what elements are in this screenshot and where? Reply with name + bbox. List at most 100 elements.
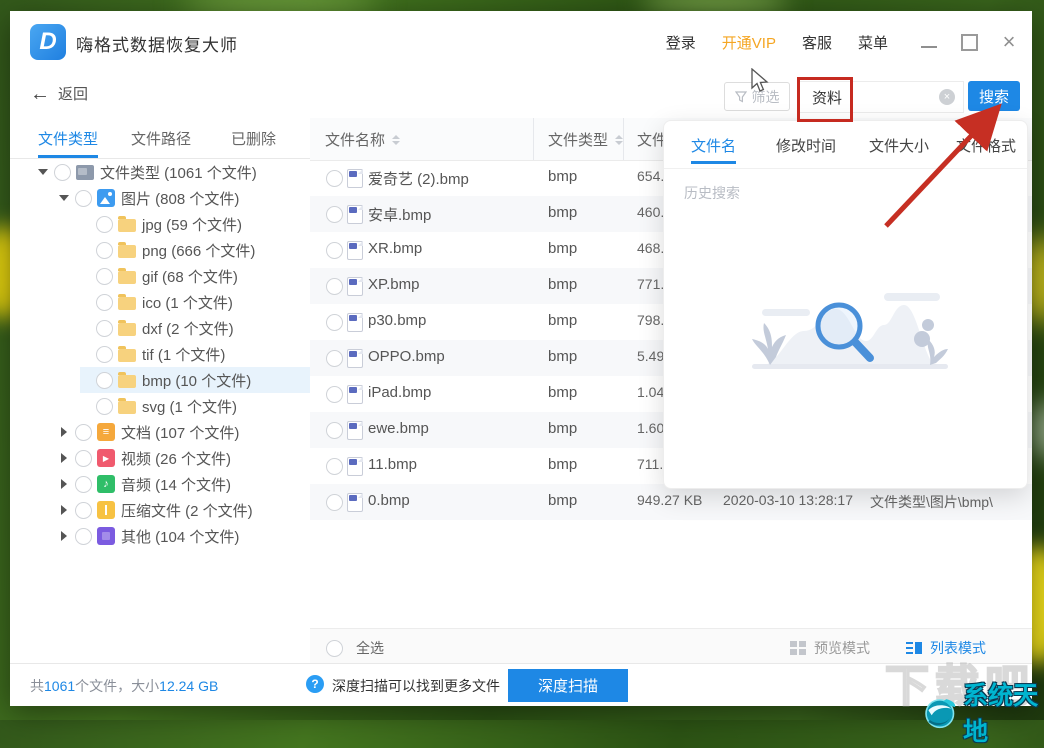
expand-arrow-icon[interactable]: [57, 531, 71, 541]
row-radio[interactable]: [326, 458, 343, 475]
bmp-file-icon: [347, 169, 363, 188]
tab-modified-time[interactable]: 修改时间: [776, 135, 836, 156]
expand-arrow-icon[interactable]: [57, 453, 71, 463]
clear-search-icon[interactable]: ×: [939, 89, 955, 105]
row-radio[interactable]: [326, 494, 343, 511]
row-radio[interactable]: [326, 278, 343, 295]
back-button[interactable]: ← 返回: [30, 83, 88, 104]
tree-node-radio[interactable]: [96, 216, 113, 233]
doc-icon: ≡: [97, 423, 115, 441]
collapse-arrow-icon[interactable]: [36, 169, 50, 175]
tree-node[interactable]: dxf (2 个文件): [10, 315, 310, 341]
preview-mode-button[interactable]: 预览模式: [790, 638, 870, 658]
column-separator: [623, 118, 624, 160]
row-radio[interactable]: [326, 422, 343, 439]
table-row[interactable]: 0.bmpbmp949.27 KB2020-03-10 13:28:17文件类型…: [310, 484, 1032, 520]
tree-node[interactable]: 图片 (808 个文件): [10, 185, 310, 211]
tree-node-radio[interactable]: [96, 320, 113, 337]
tree-node-radio[interactable]: [54, 164, 71, 181]
file-size-cell: 1.60: [637, 420, 664, 436]
status-bar: 共1061个文件，大小12.24 GB ? 深度扫描可以找到更多文件 深度扫描: [10, 663, 1032, 706]
bmp-file-icon: [347, 457, 363, 476]
row-radio[interactable]: [326, 206, 343, 223]
tree-node-radio[interactable]: [96, 346, 113, 363]
login-menu-item[interactable]: 登录: [666, 32, 696, 53]
sort-icon[interactable]: [392, 135, 400, 145]
tree-node-radio[interactable]: [96, 268, 113, 285]
tree-node-label: svg (1 个文件): [142, 396, 237, 417]
file-size-cell: 798.: [637, 312, 664, 328]
search-button[interactable]: 搜索: [968, 81, 1020, 111]
tree-node-radio[interactable]: [75, 528, 92, 545]
tree-node-label: tif (1 个文件): [142, 344, 225, 365]
service-menu-item[interactable]: 客服: [802, 32, 832, 53]
tree-node[interactable]: ≡文档 (107 个文件): [10, 419, 310, 445]
expand-arrow-icon[interactable]: [57, 427, 71, 437]
select-all[interactable]: 全选: [326, 638, 384, 658]
search-history-panel: 文件名 修改时间 文件大小 文件格式 历史搜索: [663, 120, 1028, 489]
tree-node[interactable]: jpg (59 个文件): [10, 211, 310, 237]
file-type-cell: bmp: [548, 492, 577, 509]
file-path-cell: 文件类型\图片\bmp\: [870, 492, 993, 512]
tree-node[interactable]: ▶视频 (26 个文件): [10, 445, 310, 471]
row-radio[interactable]: [326, 242, 343, 259]
tree-node[interactable]: ico (1 个文件): [10, 289, 310, 315]
tree-node-radio[interactable]: [96, 242, 113, 259]
vip-menu-item[interactable]: 开通VIP: [722, 32, 776, 53]
tree-node-radio[interactable]: [96, 398, 113, 415]
tree-node-radio[interactable]: [75, 190, 92, 207]
tab-file-path[interactable]: 文件路径: [131, 128, 191, 149]
row-radio[interactable]: [326, 170, 343, 187]
active-tab-underline: [38, 155, 98, 158]
filter-button[interactable]: 筛选: [724, 82, 790, 111]
tree-node[interactable]: 其他 (104 个文件): [10, 523, 310, 549]
row-radio[interactable]: [326, 314, 343, 331]
tab-file-size[interactable]: 文件大小: [869, 135, 929, 156]
tree-node[interactable]: ♪音频 (14 个文件): [10, 471, 310, 497]
minimize-button[interactable]: [920, 33, 938, 51]
zip-icon: [97, 501, 115, 519]
row-radio[interactable]: [326, 386, 343, 403]
tab-file-type[interactable]: 文件类型: [38, 128, 98, 149]
tree-node[interactable]: tif (1 个文件): [10, 341, 310, 367]
tree-node-radio[interactable]: [75, 424, 92, 441]
column-separator: [533, 118, 534, 160]
header-file-type[interactable]: 文件类型: [548, 129, 623, 150]
bmp-file-icon: [347, 205, 363, 224]
file-name-cell: 安卓.bmp: [368, 204, 431, 225]
tree-node[interactable]: bmp (10 个文件): [10, 367, 310, 393]
tree-node-label: dxf (2 个文件): [142, 318, 234, 339]
brand-watermark: 系统天地: [922, 676, 1044, 748]
tree-node-radio[interactable]: [75, 502, 92, 519]
tree-node[interactable]: 压缩文件 (2 个文件): [10, 497, 310, 523]
collapse-arrow-icon[interactable]: [57, 195, 71, 201]
menu-menu-item[interactable]: 菜单: [858, 32, 888, 53]
file-name-cell: iPad.bmp: [368, 384, 431, 401]
expand-arrow-icon[interactable]: [57, 505, 71, 515]
tree-node-radio[interactable]: [75, 476, 92, 493]
close-button[interactable]: ×: [1000, 33, 1018, 51]
tree-node-radio[interactable]: [96, 372, 113, 389]
maximize-button[interactable]: [960, 33, 978, 51]
sort-icon[interactable]: [615, 135, 623, 145]
file-size-cell: 711.: [637, 456, 663, 472]
tree-node[interactable]: gif (68 个文件): [10, 263, 310, 289]
row-radio[interactable]: [326, 350, 343, 367]
file-name-cell: p30.bmp: [368, 312, 426, 329]
question-icon[interactable]: ?: [306, 675, 324, 693]
tab-file-name[interactable]: 文件名: [691, 135, 736, 156]
deep-scan-button[interactable]: 深度扫描: [508, 669, 628, 702]
file-type-cell: bmp: [548, 168, 577, 185]
tree-node[interactable]: 文件类型 (1061 个文件): [10, 159, 310, 185]
tree-node[interactable]: png (666 个文件): [10, 237, 310, 263]
tree-node[interactable]: svg (1 个文件): [10, 393, 310, 419]
tab-deleted[interactable]: 已删除: [231, 128, 276, 149]
tab-file-format[interactable]: 文件格式: [956, 135, 1016, 156]
header-file-name[interactable]: 文件名称: [325, 129, 400, 150]
expand-arrow-icon[interactable]: [57, 479, 71, 489]
annotation-red-rectangle: [797, 77, 853, 122]
tree-node-radio[interactable]: [75, 450, 92, 467]
select-all-radio[interactable]: [326, 640, 343, 657]
tree-node-radio[interactable]: [96, 294, 113, 311]
app-title: 嗨格式数据恢复大师: [76, 31, 238, 56]
